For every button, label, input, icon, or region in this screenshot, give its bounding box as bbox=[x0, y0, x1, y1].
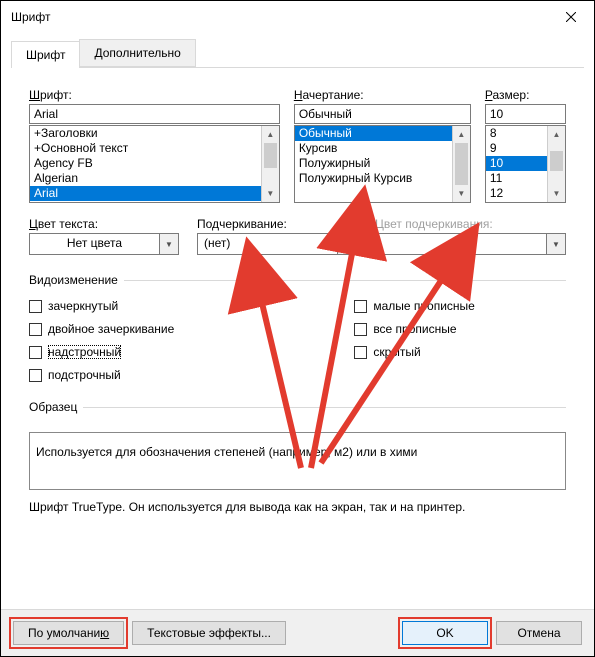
size-input[interactable] bbox=[485, 104, 566, 124]
tab-font[interactable]: Шрифт bbox=[11, 41, 80, 68]
dialog-footer: По умолчанию Текстовые эффекты... OK Отм… bbox=[1, 609, 594, 656]
list-item[interactable]: Полужирный Курсив bbox=[295, 171, 453, 186]
font-listbox[interactable]: +Заголовки +Основной текст Agency FB Alg… bbox=[29, 125, 280, 203]
style-listbox[interactable]: Обычный Курсив Полужирный Полужирный Кур… bbox=[294, 125, 471, 203]
scroll-down-icon[interactable]: ▼ bbox=[262, 185, 279, 202]
list-item[interactable]: 10 bbox=[486, 156, 548, 171]
size-listbox[interactable]: 8 9 10 11 12 ▲ ▼ bbox=[485, 125, 566, 203]
list-item[interactable]: Курсив bbox=[295, 141, 453, 156]
scrollbar[interactable]: ▲ ▼ bbox=[452, 126, 470, 202]
close-button[interactable] bbox=[548, 1, 594, 33]
check-hidden[interactable]: скрытый bbox=[354, 345, 475, 359]
sample-legend: Образец bbox=[29, 400, 83, 414]
check-subscript[interactable]: подстрочный bbox=[29, 368, 174, 382]
scroll-up-icon[interactable]: ▲ bbox=[548, 126, 565, 143]
font-label: Шрифт: bbox=[29, 88, 280, 102]
check-double-strike[interactable]: двойное зачеркивание bbox=[29, 322, 174, 336]
scroll-down-icon[interactable]: ▼ bbox=[548, 185, 565, 202]
list-item[interactable]: Algerian bbox=[30, 171, 262, 186]
scroll-down-icon[interactable]: ▼ bbox=[453, 185, 470, 202]
sample-preview: Используется для обозначения степеней (н… bbox=[29, 432, 566, 490]
cancel-button[interactable]: Отмена bbox=[496, 621, 582, 645]
ok-button[interactable]: OK bbox=[402, 621, 488, 645]
font-color-combo[interactable]: Нет цвета ▼ bbox=[29, 233, 179, 255]
style-label: Начертание: bbox=[294, 88, 471, 102]
list-item[interactable]: Arial bbox=[30, 186, 262, 201]
list-item[interactable]: 9 bbox=[486, 141, 548, 156]
list-item[interactable]: +Основной текст bbox=[30, 141, 262, 156]
check-allcaps[interactable]: все прописные bbox=[354, 322, 475, 336]
window-title: Шрифт bbox=[11, 10, 548, 24]
chevron-down-icon: ▼ bbox=[159, 233, 179, 255]
content-area: Шрифт: +Заголовки +Основной текст Agency… bbox=[1, 68, 594, 609]
tab-advanced[interactable]: Дополнительно bbox=[79, 39, 195, 67]
underline-label: Подчеркивание: bbox=[197, 217, 357, 231]
scroll-up-icon[interactable]: ▲ bbox=[262, 126, 279, 143]
font-dialog: Шрифт Шрифт Дополнительно Шрифт: +Заголо… bbox=[0, 0, 595, 657]
effects-group: Видоизменение зачеркнутый двойное зачерк… bbox=[29, 273, 566, 382]
list-item[interactable]: 8 bbox=[486, 126, 548, 141]
check-superscript[interactable]: надстрочный bbox=[29, 345, 174, 359]
style-input[interactable] bbox=[294, 104, 471, 124]
font-input[interactable] bbox=[29, 104, 280, 124]
set-default-button[interactable]: По умолчанию bbox=[13, 621, 124, 645]
underline-combo[interactable]: (нет) ▼ bbox=[197, 233, 357, 255]
check-smallcaps[interactable]: малые прописные bbox=[354, 299, 475, 313]
list-item[interactable]: 11 bbox=[486, 171, 548, 186]
effects-legend: Видоизменение bbox=[29, 273, 124, 287]
font-color-label: Цвет текста: bbox=[29, 217, 179, 231]
tab-strip: Шрифт Дополнительно bbox=[11, 39, 584, 68]
scroll-up-icon[interactable]: ▲ bbox=[453, 126, 470, 143]
hint-text: Шрифт TrueType. Он используется для выво… bbox=[29, 500, 566, 514]
list-item[interactable]: 12 bbox=[486, 186, 548, 201]
scrollbar[interactable]: ▲ ▼ bbox=[261, 126, 279, 202]
list-item[interactable]: +Заголовки bbox=[30, 126, 262, 141]
chevron-down-icon: ▼ bbox=[546, 233, 566, 255]
list-item[interactable]: Обычный bbox=[295, 126, 453, 141]
list-item[interactable]: Полужирный bbox=[295, 156, 453, 171]
underline-color-combo: Авто ▼ bbox=[375, 233, 566, 255]
chevron-down-icon: ▼ bbox=[337, 233, 357, 255]
close-icon bbox=[566, 12, 576, 22]
titlebar: Шрифт bbox=[1, 1, 594, 33]
scrollbar[interactable]: ▲ ▼ bbox=[547, 126, 565, 202]
list-item[interactable]: Agency FB bbox=[30, 156, 262, 171]
underline-color-label: Цвет подчеркивания: bbox=[375, 217, 566, 231]
sample-group: Образец Используется для обозначения сте… bbox=[29, 400, 566, 490]
size-label: Размер: bbox=[485, 88, 566, 102]
check-strike[interactable]: зачеркнутый bbox=[29, 299, 174, 313]
text-effects-button[interactable]: Текстовые эффекты... bbox=[132, 621, 286, 645]
